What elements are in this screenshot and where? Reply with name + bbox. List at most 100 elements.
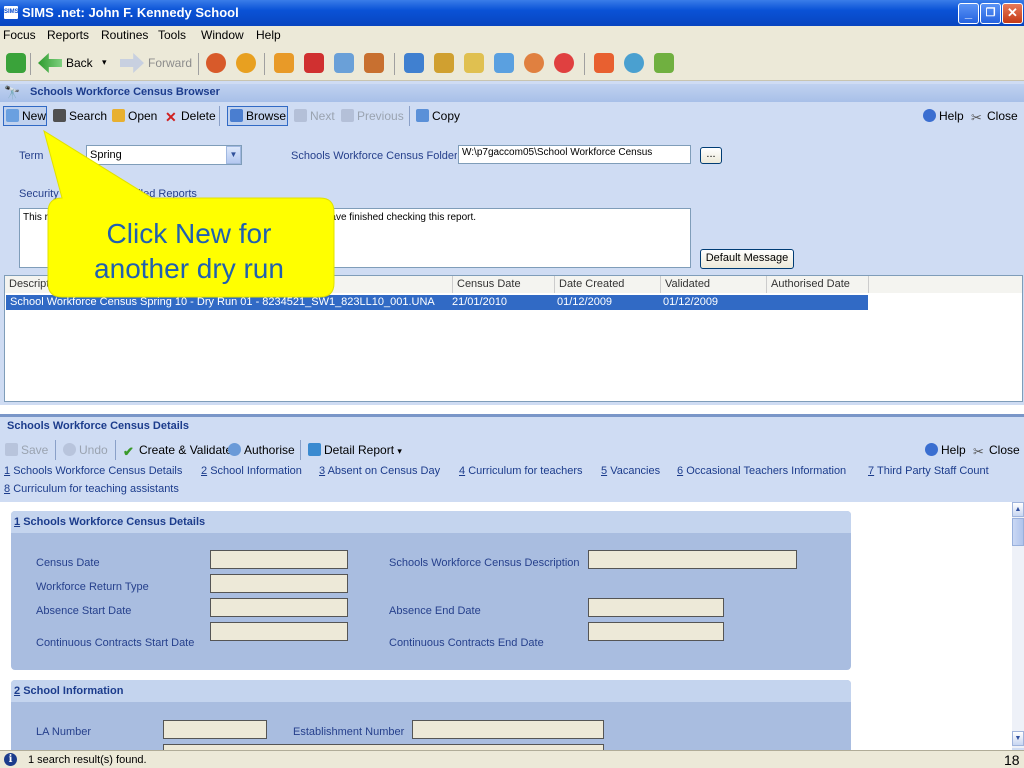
- help-button[interactable]: Help: [923, 109, 964, 123]
- column-header-validated[interactable]: Validated: [661, 276, 767, 293]
- link-school-information[interactable]: 2 School Information: [201, 465, 302, 477]
- section-title-text: School Information: [23, 685, 124, 697]
- scroll-up-icon[interactable]: ▲: [1012, 502, 1024, 517]
- envelope-icon[interactable]: [334, 53, 354, 73]
- callout-line-2: another dry run: [94, 253, 284, 284]
- folder-browse-button[interactable]: ...: [700, 147, 722, 164]
- copy-button[interactable]: Copy: [416, 109, 460, 123]
- census-description-field[interactable]: [588, 550, 797, 569]
- menu-routines[interactable]: Routines: [101, 28, 148, 42]
- edit-icon[interactable]: [494, 53, 514, 73]
- menu-window[interactable]: Window: [201, 28, 244, 42]
- census-date-field[interactable]: [210, 550, 348, 569]
- create-validate-button[interactable]: ✔ Create & Validate: [123, 443, 232, 459]
- menu-reports[interactable]: Reports: [47, 28, 89, 42]
- link-census-details[interactable]: 1 Schools Workforce Census Details: [4, 465, 182, 477]
- help-icon: [923, 109, 936, 122]
- absence-start-field[interactable]: [210, 598, 348, 617]
- toolbar-separator: [394, 53, 395, 75]
- document-icon[interactable]: [464, 53, 484, 73]
- delete-button[interactable]: ✕ Delete: [165, 109, 216, 124]
- forward-button: Forward: [148, 56, 193, 70]
- link-text: School Information: [210, 465, 302, 477]
- return-type-field[interactable]: [210, 574, 348, 593]
- la-number-field[interactable]: [163, 720, 267, 739]
- toolbar-separator: [264, 53, 265, 75]
- transfer-icon[interactable]: [654, 53, 674, 73]
- details-help-button[interactable]: Help: [925, 443, 966, 457]
- default-message-button[interactable]: Default Message: [700, 249, 794, 269]
- help-button-label: Help: [939, 109, 964, 123]
- calendar-icon[interactable]: [594, 53, 614, 73]
- absence-end-label: Absence End Date: [389, 605, 481, 617]
- link-curriculum-teaching-assistants[interactable]: 8 Curriculum for teaching assistants: [4, 483, 179, 495]
- column-header-date-created[interactable]: Date Created: [555, 276, 661, 293]
- link-num: 5: [601, 465, 608, 477]
- table-row[interactable]: School Workforce Census Spring 10 - Dry …: [6, 295, 868, 310]
- search-button[interactable]: Search: [53, 109, 107, 123]
- undo-button: Undo: [63, 443, 108, 457]
- vertical-scrollbar[interactable]: ▲ ▼: [1012, 502, 1024, 748]
- absence-end-field[interactable]: [588, 598, 724, 617]
- staff-icon[interactable]: [364, 53, 384, 73]
- folder-icon[interactable]: [274, 53, 294, 73]
- minimize-button[interactable]: _: [958, 3, 979, 24]
- report-icon[interactable]: [404, 53, 424, 73]
- menu-focus[interactable]: Focus: [3, 28, 36, 42]
- clock-icon[interactable]: [554, 53, 574, 73]
- link-text: Third Party Staff Count: [876, 465, 989, 477]
- close-window-button[interactable]: ✕: [1002, 3, 1023, 24]
- student-icon[interactable]: [434, 53, 454, 73]
- open-button[interactable]: Open: [112, 109, 157, 123]
- person-icon[interactable]: [236, 53, 256, 73]
- browser-title: Schools Workforce Census Browser: [30, 86, 220, 98]
- globe-icon[interactable]: [624, 53, 644, 73]
- create-validate-label: Create & Validate: [139, 443, 233, 457]
- cell-description: School Workforce Census Spring 10 - Dry …: [10, 296, 435, 308]
- people-icon[interactable]: [206, 53, 226, 73]
- back-button[interactable]: Back: [66, 56, 93, 70]
- down-arrow-icon: [294, 109, 307, 122]
- link-num: 4: [459, 465, 466, 477]
- toolbar-separator: [30, 53, 31, 75]
- close-button[interactable]: ✂ Close: [971, 109, 1018, 125]
- link-text: Occasional Teachers Information: [686, 465, 847, 477]
- link-third-party-staff[interactable]: 7 Third Party Staff Count: [868, 465, 989, 477]
- link-absent-on-census-day[interactable]: 3 Absent on Census Day: [319, 465, 440, 477]
- link-text: Curriculum for teaching assistants: [13, 483, 179, 495]
- continuous-end-label: Continuous Contracts End Date: [389, 637, 544, 649]
- restore-button[interactable]: ❐: [980, 3, 1001, 24]
- chevron-down-icon[interactable]: ▼: [226, 146, 241, 164]
- link-occasional-teachers[interactable]: 6 Occasional Teachers Information: [677, 465, 846, 477]
- close-icon: ✂: [971, 110, 982, 125]
- group-icon[interactable]: [524, 53, 544, 73]
- scroll-thumb[interactable]: [1012, 518, 1024, 546]
- folder-input[interactable]: W:\p7gaccom05\School Workforce Census: [458, 145, 691, 164]
- detail-report-button[interactable]: Detail Report ▾: [308, 443, 402, 457]
- details-close-button[interactable]: ✂ Close: [973, 443, 1020, 459]
- new-button[interactable]: New: [6, 109, 46, 123]
- authorise-button[interactable]: Authorise: [228, 443, 295, 457]
- back-arrow-icon[interactable]: [38, 53, 62, 73]
- scroll-down-icon[interactable]: ▼: [1012, 731, 1024, 746]
- toolbar-separator: [300, 440, 301, 460]
- continuous-end-field[interactable]: [588, 622, 724, 641]
- link-vacancies[interactable]: 5 Vacancies: [601, 465, 660, 477]
- term-select[interactable]: Spring: [86, 145, 242, 165]
- flag-icon[interactable]: [304, 53, 324, 73]
- save-button-label: Save: [21, 443, 49, 457]
- establishment-number-field[interactable]: [412, 720, 604, 739]
- column-header-census-date[interactable]: Census Date: [453, 276, 555, 293]
- link-num: 7: [868, 465, 875, 477]
- switch-icon[interactable]: [6, 53, 26, 73]
- link-num: 6: [677, 465, 684, 477]
- copy-button-label: Copy: [432, 109, 461, 123]
- browse-button[interactable]: Browse: [230, 109, 286, 123]
- link-curriculum-for-teachers[interactable]: 4 Curriculum for teachers: [459, 465, 583, 477]
- continuous-start-field[interactable]: [210, 622, 348, 641]
- menu-help[interactable]: Help: [256, 28, 281, 42]
- section-num: 1: [14, 516, 21, 528]
- column-header-authorised-date[interactable]: Authorised Date: [767, 276, 869, 293]
- back-dropdown-icon[interactable]: ▾: [102, 57, 107, 68]
- menu-tools[interactable]: Tools: [158, 28, 186, 42]
